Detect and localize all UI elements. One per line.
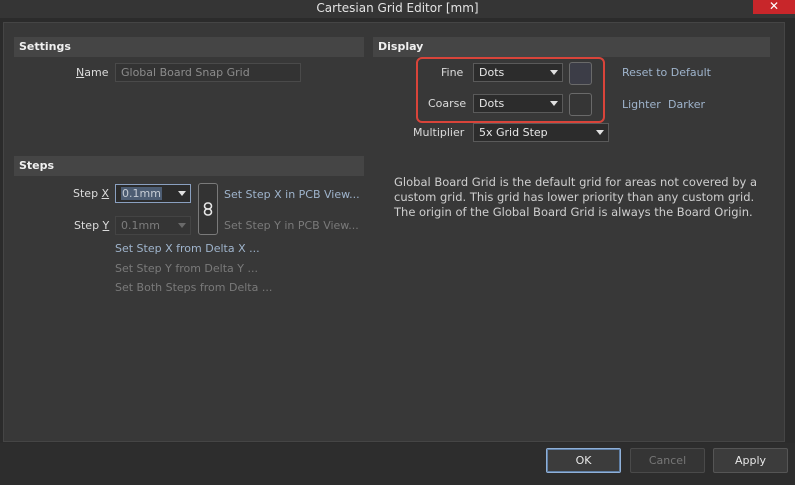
name-field[interactable]: Global Board Snap Grid [115,63,301,82]
ok-button[interactable]: OK [546,448,621,473]
chevron-down-icon [596,130,604,135]
display-header: Display [373,37,770,57]
close-icon: ✕ [768,0,780,13]
cancel-button[interactable]: Cancel [630,448,705,473]
link-steps-toggle[interactable] [198,183,218,235]
step-x-label: Step X [73,187,110,200]
set-both-steps-delta-link[interactable]: Set Both Steps from Delta ... [115,281,272,294]
set-step-x-delta-link[interactable]: Set Step X from Delta X ... [115,242,260,255]
multiplier-value: 5x Grid Step [479,126,548,139]
step-x-value: 0.1mm [121,187,162,200]
steps-header: Steps [14,156,364,176]
lighter-link[interactable]: Lighter [622,98,661,111]
set-step-x-pcb-link[interactable]: Set Step X in PCB View... [224,188,360,201]
multiplier-label: Multiplier [413,126,465,139]
chevron-down-icon [178,223,186,228]
set-step-y-delta-link[interactable]: Set Step Y from Delta Y ... [115,262,258,275]
chain-link-icon [203,202,213,216]
multiplier-select[interactable]: 5x Grid Step [473,123,609,142]
step-y-value: 0.1mm [121,219,160,232]
description-text: Global Board Grid is the default grid fo… [394,175,758,219]
window-title: Cartesian Grid Editor [mm] [316,1,479,15]
reset-to-default-link[interactable]: Reset to Default [622,66,711,79]
settings-header: Settings [14,37,364,57]
name-label: Name [76,66,109,79]
close-button[interactable]: ✕ [753,0,795,14]
step-y-label: Step Y [74,219,110,232]
chevron-down-icon [178,191,186,196]
title-bar: Cartesian Grid Editor [mm] [0,0,795,18]
highlight-box [416,57,605,123]
darker-link[interactable]: Darker [668,98,705,111]
step-y-select[interactable]: 0.1mm [115,216,191,235]
step-x-select[interactable]: 0.1mm [115,184,191,203]
set-step-y-pcb-link[interactable]: Set Step Y in PCB View... [224,219,359,232]
apply-button[interactable]: Apply [713,448,788,473]
